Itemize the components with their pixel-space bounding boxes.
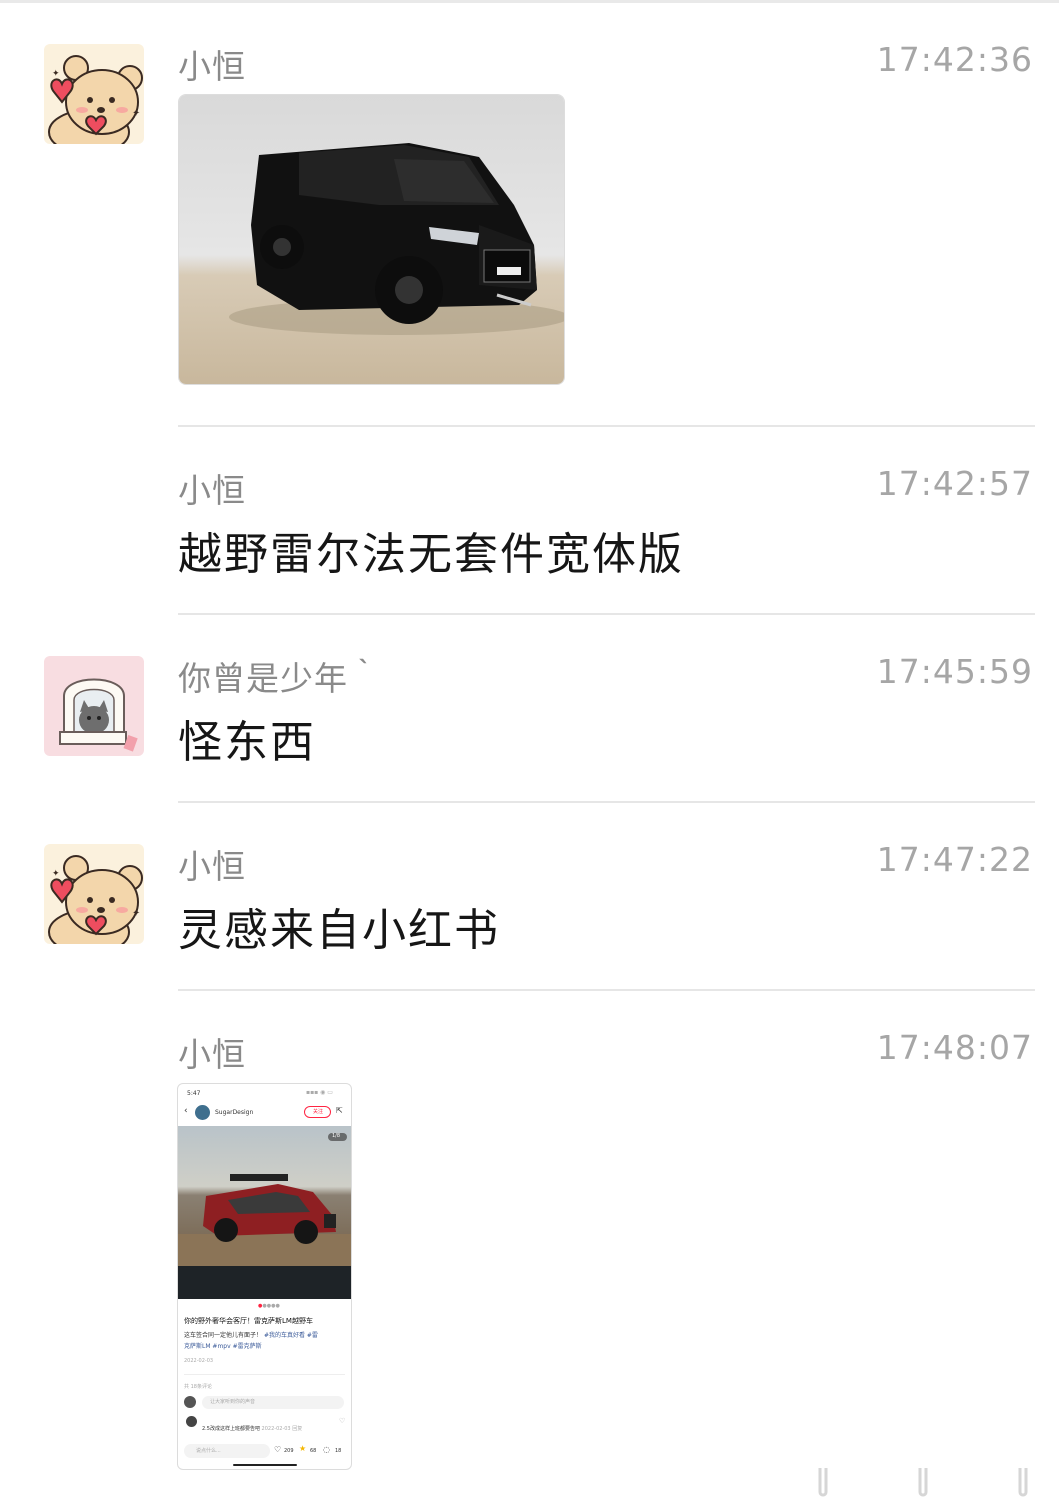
message-divider [178,801,1035,803]
bottom-input: 说点什么... [184,1444,270,1458]
status-time: 5:47 [187,1090,201,1097]
home-indicator [233,1464,297,1466]
message-divider [178,989,1035,991]
message-time: 17:47:22 [876,840,1033,879]
xiaohongshu-screenshot[interactable]: 5:47 ▪▪▪ ◉ ▭ ‹ SugarDesign 关注 ⇱ 1/8 ●●●●… [177,1083,352,1470]
scroll-indicator-icon [818,1468,1028,1497]
red-offroad-minivan-image [178,1126,351,1299]
svg-text:✦: ✦ [132,908,140,919]
comment-count-bottom: 18 [335,1448,342,1454]
post-title: 你的野外奢华会客厅！雷克萨斯LM越野车 [184,1317,313,1325]
section-divider [184,1374,345,1375]
like-icon: ♡ [274,1445,282,1454]
sender-name: 小恒 [178,47,246,86]
message-text: 怪东西 [178,717,316,768]
bear-heart-avatar-icon: ✦ ✦ [44,44,144,144]
user-avatar-small [184,1396,196,1408]
comment-icon: ◌ [323,1445,330,1454]
bear-heart-avatar-icon: ✦ ✦ [44,844,144,944]
page-counter: 1/8 [332,1133,341,1139]
post-body: 这车签合同一定他儿有面子！ #我的车真好看 #雷 [184,1332,318,1339]
svg-text:✦: ✦ [52,869,60,879]
status-icons: ▪▪▪ ◉ ▭ [306,1089,333,1096]
star-count: 68 [310,1448,317,1454]
comment-like-icon: ♡ [339,1417,346,1425]
car-photo[interactable] [178,94,565,385]
post-tags: 克萨斯LM #mpv #雷克萨斯 [184,1343,262,1350]
comment-count: 共 18条评论 [184,1384,212,1390]
avatar-bear[interactable]: ✦ ✦ [44,44,144,144]
commenter-avatar [186,1416,197,1427]
comment-text: 2.5改成这样上班都要告吧 2022-02-03 回复 [202,1426,303,1432]
avatar-cat[interactable] [44,656,144,756]
scroll-indicator [810,1462,1050,1502]
sender-name: 小恒 [178,1035,246,1074]
author-name: SugarDesign [215,1109,254,1116]
follow-button: 关注 [304,1106,331,1118]
post-image: 1/8 [178,1126,351,1299]
back-icon: ‹ [184,1106,188,1116]
post-date: 2022-02-03 [184,1358,214,1364]
carousel-dots: ●●●●● [258,1303,280,1309]
message-time: 17:45:59 [876,652,1033,691]
message-text: 灵感来自小红书 [178,905,500,956]
avatar-bear[interactable]: ✦ ✦ [44,844,144,944]
svg-text:✦: ✦ [132,108,140,119]
author-avatar [195,1105,210,1120]
message-divider [178,613,1035,615]
message-divider [178,425,1035,427]
comment-input: 让大家听到你的声音 [202,1396,344,1409]
cat-window-avatar-icon [44,656,144,756]
sender-name: 你曾是少年｀ [178,659,382,698]
message-time: 17:48:07 [876,1028,1033,1067]
sender-name: 小恒 [178,471,246,510]
svg-text:✦: ✦ [52,69,60,79]
share-icon: ⇱ [336,1106,343,1115]
sender-name: 小恒 [178,847,246,886]
top-divider [0,0,1059,3]
like-count: 209 [284,1448,294,1454]
star-icon: ★ [299,1444,307,1453]
message-text: 越野雷尔法无套件宽体版 [178,529,684,580]
message-time: 17:42:36 [876,40,1033,79]
black-minivan-model-image [179,95,564,384]
message-time: 17:42:57 [876,464,1033,503]
